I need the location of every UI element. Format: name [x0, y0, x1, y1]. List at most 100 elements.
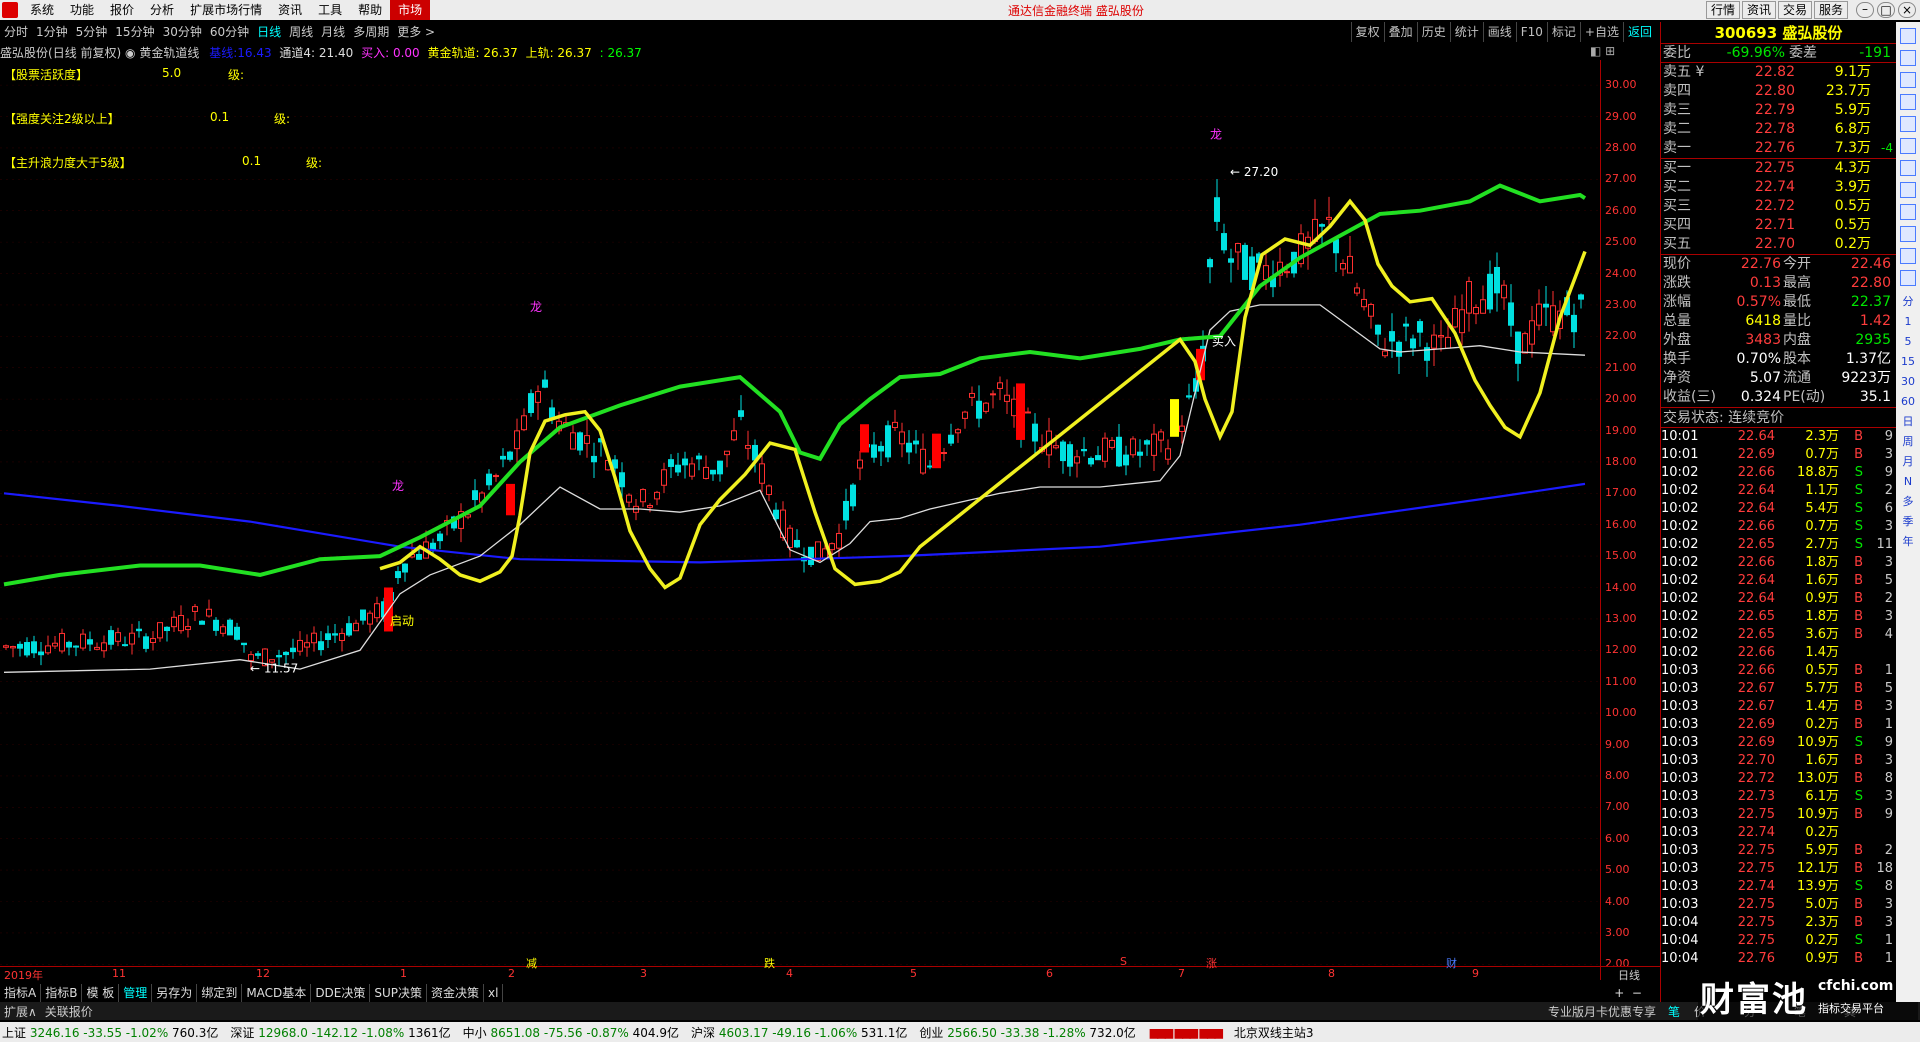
- side-period-button[interactable]: 60: [1896, 392, 1920, 412]
- tick-row[interactable]: 10:03 22.75 5.9万 B 2: [1661, 842, 1896, 860]
- toolbar-back[interactable]: 返回: [1622, 22, 1656, 42]
- tick-row[interactable]: 10:03 22.74 0.2万: [1661, 824, 1896, 842]
- bid-row[interactable]: 买一 22.75 4.3万: [1661, 159, 1896, 178]
- side-period-button[interactable]: 日: [1896, 412, 1920, 432]
- side-tool-icon[interactable]: [1900, 248, 1916, 264]
- index-quote-0[interactable]: 上证 3246.16 -33.55 -1.02% 760.3亿: [2, 1024, 218, 1041]
- side-tool-icon[interactable]: [1900, 138, 1916, 154]
- menu-item-function[interactable]: 功能: [62, 0, 102, 20]
- side-tool-icon[interactable]: [1900, 116, 1916, 132]
- menu-item-quote[interactable]: 报价: [102, 0, 142, 20]
- menu-right-quote[interactable]: 行情: [1705, 1, 1740, 19]
- event-marker[interactable]: 跌: [764, 955, 775, 971]
- close-icon[interactable]: ×: [1898, 2, 1916, 18]
- side-period-button[interactable]: 周: [1896, 432, 1920, 452]
- toolbar-draw[interactable]: 画线: [1482, 22, 1516, 42]
- related-quote[interactable]: 关联报价: [41, 1003, 97, 1020]
- side-period-button[interactable]: 分: [1896, 292, 1920, 312]
- bid-row[interactable]: 买二 22.74 3.9万: [1661, 178, 1896, 197]
- toolbar-add-watch[interactable]: +自选: [1579, 22, 1623, 42]
- tick-row[interactable]: 10:03 22.70 1.6万 B 3: [1661, 752, 1896, 770]
- server-name[interactable]: 北京双线主站3: [1234, 1024, 1314, 1041]
- tick-row[interactable]: 10:03 22.67 1.4万 B 3: [1661, 698, 1896, 716]
- side-tool-icon[interactable]: [1900, 50, 1916, 66]
- tick-row[interactable]: 10:02 22.64 0.9万 B 2: [1661, 590, 1896, 608]
- chart-tools-icon[interactable]: ◧ ⊞: [1590, 44, 1615, 58]
- indicator-gear-icon[interactable]: ◉: [125, 46, 135, 60]
- tick-row[interactable]: 10:02 22.66 0.7万 S 3: [1661, 518, 1896, 536]
- side-tool-icon[interactable]: [1900, 72, 1916, 88]
- tab-macd[interactable]: MACD基本: [242, 984, 312, 1002]
- event-marker[interactable]: 财: [1446, 955, 1457, 971]
- tick-row[interactable]: 10:02 22.65 1.8万 B 3: [1661, 608, 1896, 626]
- period-tab-15min[interactable]: 15分钟: [111, 22, 158, 42]
- side-tool-icon[interactable]: [1900, 182, 1916, 198]
- tab-bind-to[interactable]: 绑定到: [197, 984, 243, 1002]
- toolbar-stats[interactable]: 统计: [1449, 22, 1483, 42]
- toolbar-overlay[interactable]: 叠加: [1383, 22, 1417, 42]
- tick-row[interactable]: 10:02 22.65 3.6万 B 4: [1661, 626, 1896, 644]
- side-period-button[interactable]: 月: [1896, 452, 1920, 472]
- tick-row[interactable]: 10:02 22.64 5.4万 S 6: [1661, 500, 1896, 518]
- tick-row[interactable]: 10:02 22.66 1.4万: [1661, 644, 1896, 662]
- side-tool-icon[interactable]: [1900, 94, 1916, 110]
- side-period-button[interactable]: 季: [1896, 512, 1920, 532]
- tick-row[interactable]: 10:02 22.64 1.1万 S 2: [1661, 482, 1896, 500]
- tick-row[interactable]: 10:03 22.66 0.5万 B 1: [1661, 662, 1896, 680]
- index-quote-4[interactable]: 创业 2566.50 -33.38 -1.28% 732.0亿: [919, 1024, 1135, 1041]
- tick-row[interactable]: 10:02 22.64 1.6万 B 5: [1661, 572, 1896, 590]
- period-tab-fenshi[interactable]: 分时: [0, 22, 32, 42]
- tick-row[interactable]: 10:03 22.75 5.0万 B 3: [1661, 896, 1896, 914]
- side-period-button[interactable]: 30: [1896, 372, 1920, 392]
- side-period-button[interactable]: N: [1896, 472, 1920, 492]
- period-tab-monthly[interactable]: 月线: [317, 22, 349, 42]
- side-tool-icon[interactable]: [1900, 204, 1916, 220]
- side-tool-icon[interactable]: [1900, 160, 1916, 176]
- tick-row[interactable]: 10:01 22.64 2.3万 B 9: [1661, 428, 1896, 446]
- period-tab-60min[interactable]: 60分钟: [206, 22, 253, 42]
- tick-row[interactable]: 10:03 22.69 10.9万 S 9: [1661, 734, 1896, 752]
- tab-sup[interactable]: SUP决策: [370, 984, 428, 1002]
- menu-right-info[interactable]: 资讯: [1741, 1, 1776, 19]
- index-quote-2[interactable]: 中小 8651.08 -75.56 -0.87% 404.9亿: [463, 1024, 679, 1041]
- side-period-button[interactable]: 5: [1896, 332, 1920, 352]
- side-period-button[interactable]: 年: [1896, 532, 1920, 552]
- tick-row[interactable]: 10:02 22.66 1.8万 B 3: [1661, 554, 1896, 572]
- maximize-icon[interactable]: □: [1877, 2, 1895, 18]
- tab-dde[interactable]: DDE决策: [311, 984, 371, 1002]
- ask-row[interactable]: 卖四 22.80 23.7万: [1661, 82, 1896, 101]
- tick-list[interactable]: 10:01 22.64 2.3万 B 9 10:01 22.69 0.7万 B 3 10:02 22.…: [1661, 428, 1896, 968]
- toolbar-history[interactable]: 历史: [1416, 22, 1450, 42]
- period-tab-more[interactable]: 更多 >: [393, 22, 439, 42]
- event-marker[interactable]: 减: [526, 955, 537, 971]
- tab-manage[interactable]: 管理: [119, 984, 153, 1002]
- tick-row[interactable]: 10:01 22.69 0.7万 B 3: [1661, 446, 1896, 464]
- tick-row[interactable]: 10:04 22.75 2.3万 B 3: [1661, 914, 1896, 932]
- tab-xl[interactable]: xl: [484, 984, 504, 1002]
- tick-row[interactable]: 10:03 22.75 10.9万 B 9: [1661, 806, 1896, 824]
- menu-item-tools[interactable]: 工具: [310, 0, 350, 20]
- tick-row[interactable]: 10:02 22.66 18.8万 S 9: [1661, 464, 1896, 482]
- menu-item-help[interactable]: 帮助: [350, 0, 390, 20]
- side-tool-icon[interactable]: [1900, 28, 1916, 44]
- menu-right-trade[interactable]: 交易: [1777, 1, 1812, 19]
- period-tab-daily[interactable]: 日线: [253, 22, 285, 42]
- side-tool-icon[interactable]: [1900, 226, 1916, 242]
- menu-item-system[interactable]: 系统: [22, 0, 62, 20]
- tick-row[interactable]: 10:04 22.76 0.9万 B 1: [1661, 950, 1896, 968]
- tab-fund[interactable]: 资金决策: [427, 984, 485, 1002]
- ask-row[interactable]: 卖三 22.79 5.9万: [1661, 101, 1896, 120]
- period-tab-1min[interactable]: 1分钟: [32, 22, 72, 42]
- tick-row[interactable]: 10:03 22.74 13.9万 S 8: [1661, 878, 1896, 896]
- toolbar-f10[interactable]: F10: [1515, 22, 1547, 42]
- menu-item-info[interactable]: 资讯: [270, 0, 310, 20]
- tick-row[interactable]: 10:03 22.67 5.7万 B 5: [1661, 680, 1896, 698]
- menu-item-market[interactable]: 市场: [390, 0, 431, 20]
- tick-row[interactable]: 10:02 22.65 2.7万 S 11: [1661, 536, 1896, 554]
- side-period-button[interactable]: 15: [1896, 352, 1920, 372]
- tab-template[interactable]: 模 板: [82, 984, 120, 1002]
- pen-tab[interactable]: 笔: [1668, 1003, 1680, 1020]
- period-tab-30min[interactable]: 30分钟: [159, 22, 206, 42]
- stock-code-name[interactable]: 300693 盛弘股份: [1715, 22, 1843, 43]
- toolbar-fuquan[interactable]: 复权: [1350, 22, 1384, 42]
